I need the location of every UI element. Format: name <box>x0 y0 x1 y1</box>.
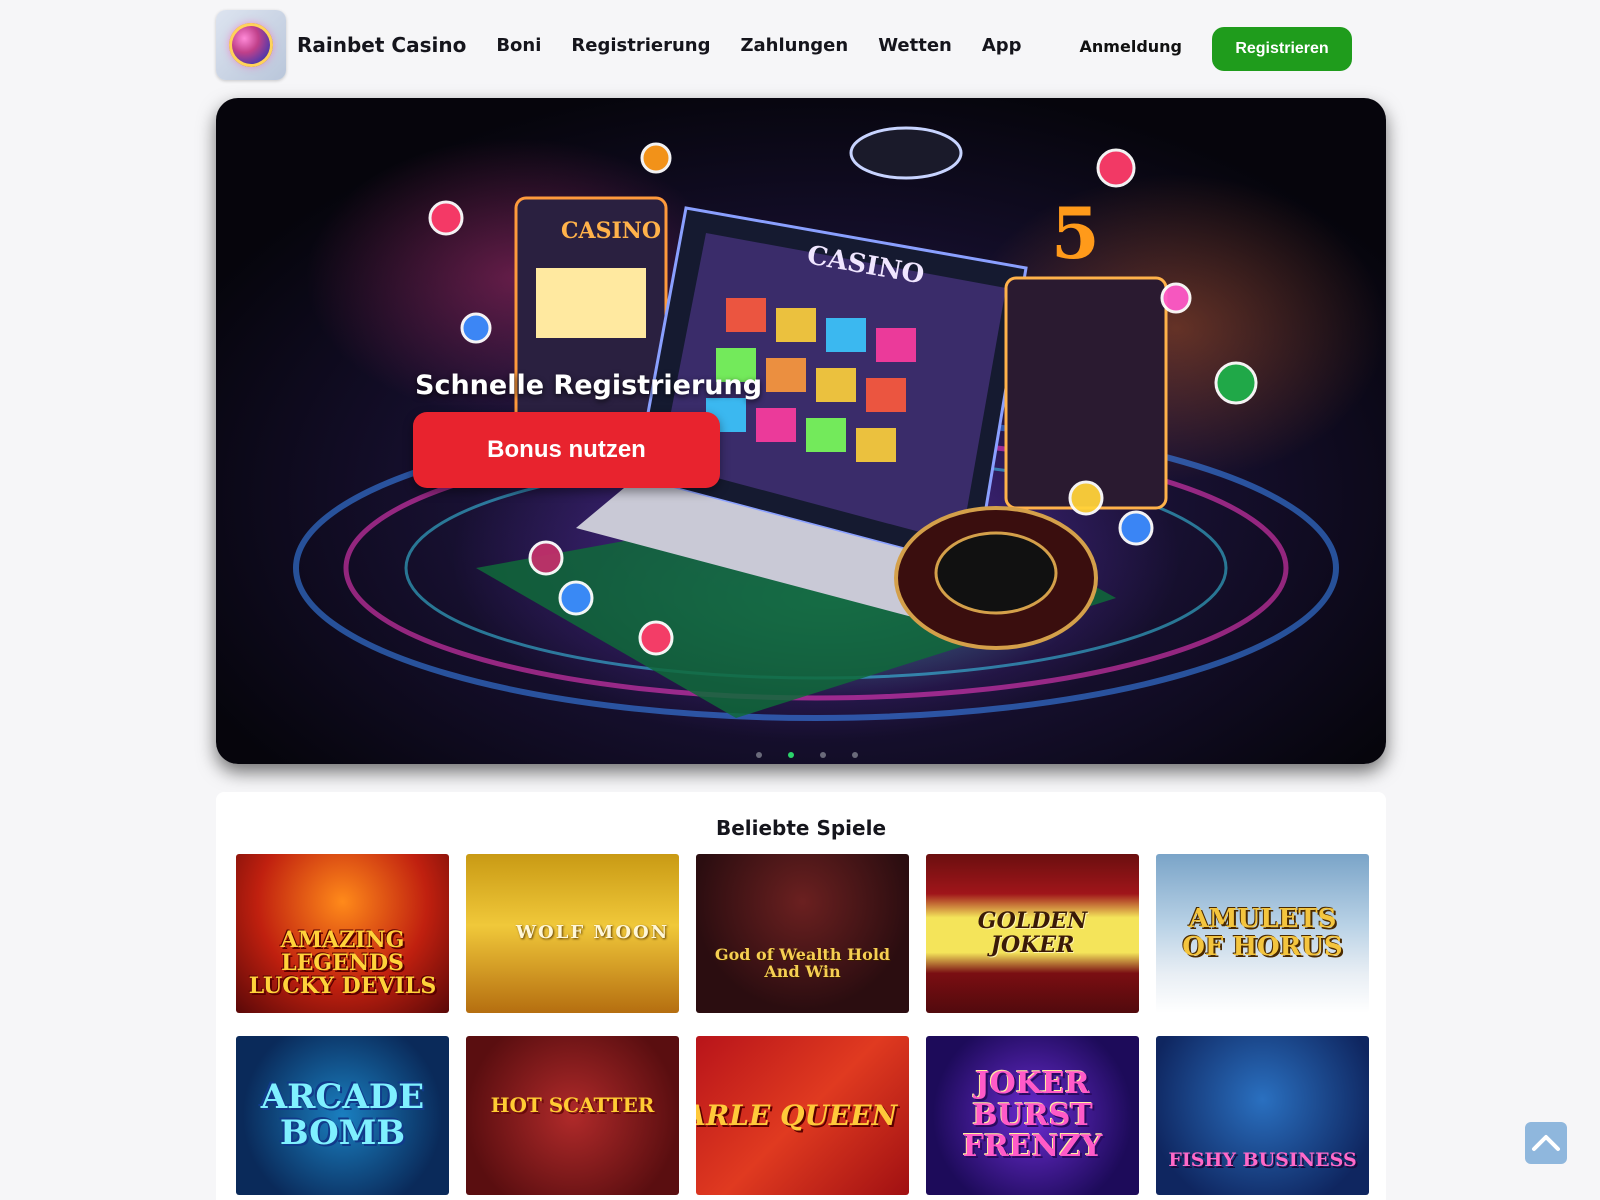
slot-casino-sign: CASINO <box>561 218 661 244</box>
game-title: Fishy Business <box>1168 1148 1357 1171</box>
game-tile-hot-scatter[interactable]: Hot Scatter <box>466 1036 679 1195</box>
logo[interactable] <box>216 10 286 80</box>
chevron-up-icon <box>1532 1135 1560 1151</box>
game-title: Amulets of Horus <box>1182 904 1343 962</box>
game-tile-lucky-devils[interactable]: Amazing Legends Lucky Devils <box>236 854 449 1013</box>
scroll-to-top-button[interactable] <box>1525 1122 1567 1164</box>
game-title: Wolf Moon <box>515 922 670 944</box>
slot-number-sign: 5 <box>1051 192 1100 275</box>
slider-dot-active[interactable] <box>788 752 794 758</box>
game-tile-amulets-of-horus[interactable]: Amulets of Horus <box>1156 854 1369 1013</box>
game-tile-fishy-business[interactable]: Fishy Business <box>1156 1036 1369 1195</box>
page: Rainbet Casino Boni Registrierung Zahlun… <box>0 0 1600 1200</box>
bonus-button[interactable]: Bonus nutzen <box>413 412 720 488</box>
popular-games-section: Beliebte Spiele Amazing Legends Lucky De… <box>216 792 1386 1200</box>
game-tile-golden-joker[interactable]: Golden Joker <box>926 854 1139 1013</box>
login-link[interactable]: Anmeldung <box>1080 37 1182 56</box>
slider-dot[interactable] <box>756 752 762 758</box>
game-title: Harle Queen <box>696 1098 898 1132</box>
game-title: Joker Burst Frenzy <box>962 1066 1103 1165</box>
section-title: Beliebte Spiele <box>715 816 887 840</box>
logo-icon <box>229 23 273 67</box>
main-nav: Boni Registrierung Zahlungen Wetten App <box>496 35 1021 56</box>
nav-item-boni[interactable]: Boni <box>496 35 541 56</box>
brand-name[interactable]: Rainbet Casino <box>297 33 466 57</box>
game-title: Amazing Legends Lucky Devils <box>248 926 437 1000</box>
slider-dots <box>756 752 858 758</box>
nav-item-wetten[interactable]: Wetten <box>878 35 952 56</box>
hero-banner: CASINO CASINO 5 Schnelle Registrierung B… <box>216 98 1386 764</box>
game-tile-wolf-moon[interactable]: Wolf Moon <box>466 854 679 1013</box>
game-title: God of Wealth Hold And Win <box>714 944 891 981</box>
game-tile-god-of-wealth[interactable]: God of Wealth Hold And Win <box>696 854 909 1013</box>
slider-dot[interactable] <box>820 752 826 758</box>
register-button[interactable]: Registrieren <box>1212 27 1352 71</box>
nav-item-zahlungen[interactable]: Zahlungen <box>740 35 848 56</box>
nav-item-app[interactable]: App <box>982 35 1022 56</box>
nav-item-registrierung[interactable]: Registrierung <box>571 35 710 56</box>
game-title: Hot Scatter <box>490 1093 655 1117</box>
hero-illustration: CASINO CASINO 5 <box>293 126 1339 721</box>
game-title: Arcade Bomb <box>260 1076 425 1153</box>
games-grid: Amazing Legends Lucky Devils Wolf Moon G… <box>236 854 1369 1195</box>
game-tile-joker-burst-frenzy[interactable]: Joker Burst Frenzy <box>926 1036 1139 1195</box>
game-title: Golden Joker <box>977 908 1088 958</box>
game-tile-harle-queen[interactable]: Harle Queen <box>696 1036 909 1195</box>
hero-title: Schnelle Registrierung <box>415 370 763 401</box>
slider-dot[interactable] <box>852 752 858 758</box>
game-tile-arcade-bomb[interactable]: Arcade Bomb <box>236 1036 449 1195</box>
site-header: Rainbet Casino Boni Registrierung Zahlun… <box>216 10 1372 80</box>
